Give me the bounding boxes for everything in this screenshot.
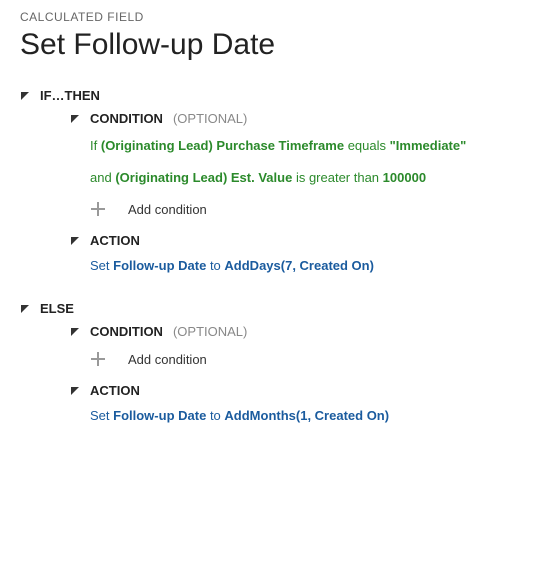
add-condition-row[interactable]: Add condition [90, 193, 513, 229]
condition-field: (Originating Lead) Est. Value [115, 170, 292, 185]
action-label: ACTION [90, 233, 140, 248]
action-field: Follow-up Date [113, 408, 206, 423]
ifthen-header[interactable]: IF…THEN [20, 84, 513, 107]
plus-icon[interactable] [90, 351, 106, 367]
condition-label: CONDITION [90, 111, 163, 126]
action-set: Set [90, 258, 110, 273]
action-field: Follow-up Date [113, 258, 206, 273]
page-title: Set Follow-up Date [20, 28, 513, 62]
ifthen-condition-header[interactable]: CONDITION (OPTIONAL) [70, 107, 513, 130]
else-label: ELSE [40, 301, 74, 316]
chevron-down-icon[interactable] [70, 327, 80, 337]
action-row[interactable]: Set Follow-up Date to AddMonths(1, Creat… [90, 402, 513, 433]
action-row[interactable]: Set Follow-up Date to AddDays(7, Created… [90, 252, 513, 283]
add-condition-row[interactable]: Add condition [90, 343, 513, 379]
action-label: ACTION [90, 383, 140, 398]
condition-prefix: and [90, 170, 112, 185]
action-func: AddMonths(1, Created On) [224, 408, 389, 423]
optional-label: (OPTIONAL) [173, 111, 247, 126]
chevron-down-icon[interactable] [70, 236, 80, 246]
else-action-header[interactable]: ACTION [70, 379, 513, 402]
condition-value: 100000 [383, 170, 426, 185]
condition-row[interactable]: and (Originating Lead) Est. Value is gre… [90, 162, 513, 194]
condition-field: (Originating Lead) Purchase Timeframe [101, 138, 344, 153]
condition-op: equals [348, 138, 386, 153]
action-set: Set [90, 408, 110, 423]
else-condition-header[interactable]: CONDITION (OPTIONAL) [70, 320, 513, 343]
ifthen-action-header[interactable]: ACTION [70, 229, 513, 252]
condition-op: is greater than [296, 170, 379, 185]
condition-label: CONDITION [90, 324, 163, 339]
chevron-down-icon[interactable] [70, 114, 80, 124]
ifthen-label: IF…THEN [40, 88, 100, 103]
condition-prefix: If [90, 138, 97, 153]
else-header[interactable]: ELSE [20, 297, 513, 320]
eyebrow-label: CALCULATED FIELD [20, 10, 513, 24]
optional-label: (OPTIONAL) [173, 324, 247, 339]
condition-value: "Immediate" [390, 138, 467, 153]
chevron-down-icon[interactable] [20, 91, 30, 101]
add-condition-label[interactable]: Add condition [128, 202, 207, 217]
action-func: AddDays(7, Created On) [224, 258, 374, 273]
action-to: to [210, 258, 221, 273]
chevron-down-icon[interactable] [70, 386, 80, 396]
condition-row[interactable]: If (Originating Lead) Purchase Timeframe… [90, 130, 513, 162]
action-to: to [210, 408, 221, 423]
chevron-down-icon[interactable] [20, 304, 30, 314]
add-condition-label[interactable]: Add condition [128, 352, 207, 367]
plus-icon[interactable] [90, 201, 106, 217]
